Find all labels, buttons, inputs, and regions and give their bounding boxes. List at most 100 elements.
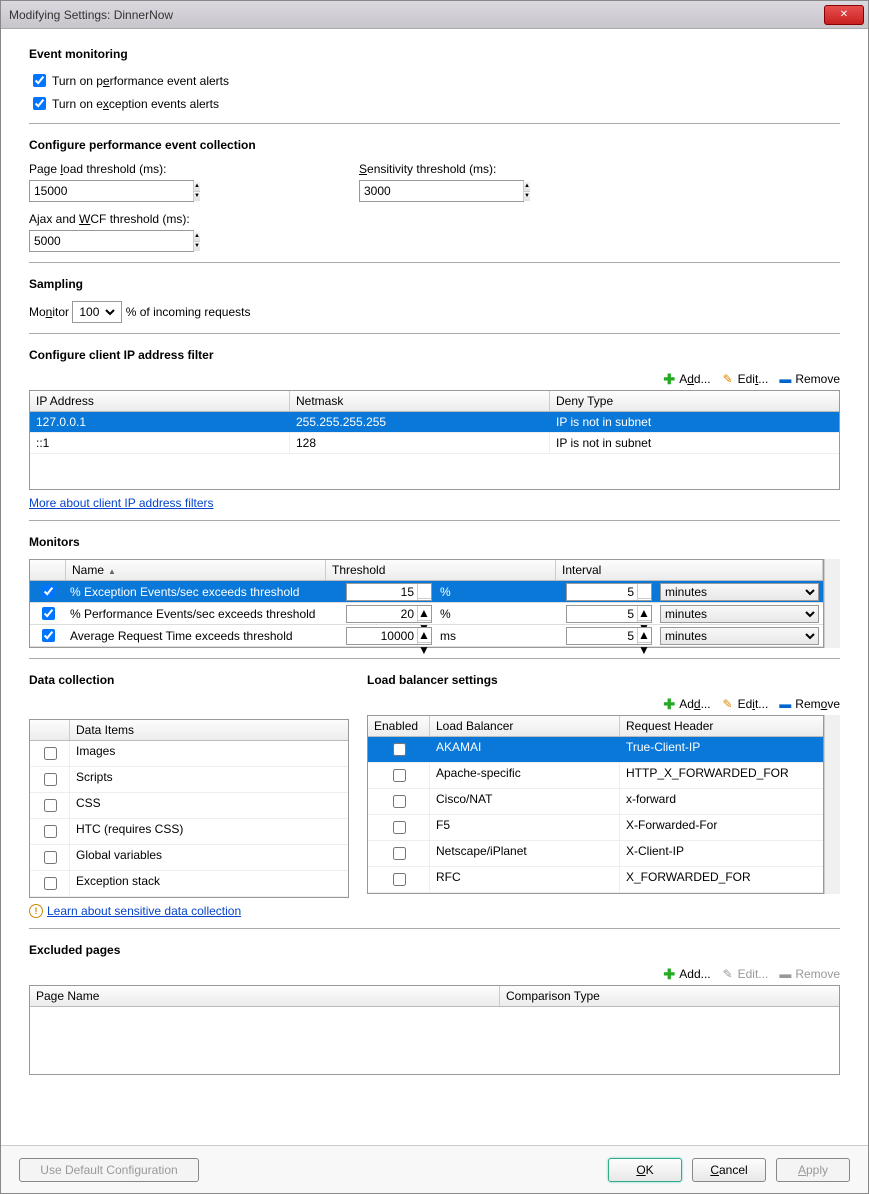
col-page-name[interactable]: Page Name xyxy=(30,986,500,1006)
lb-remove-button[interactable]: ▬Remove xyxy=(778,697,840,711)
col-data-items[interactable]: Data Items xyxy=(70,720,348,740)
spin-down-icon[interactable]: ▼ xyxy=(524,192,530,202)
col-ip[interactable]: IP Address xyxy=(30,391,290,411)
ip-remove-button[interactable]: ▬Remove xyxy=(778,372,840,386)
col-interval[interactable]: Interval xyxy=(556,560,823,580)
lb-row[interactable]: F5X-Forwarded-For xyxy=(368,815,823,841)
data-item-row[interactable]: Global variables xyxy=(30,845,348,871)
threshold-input[interactable] xyxy=(347,584,417,600)
exception-alerts-checkbox[interactable] xyxy=(33,97,46,110)
threshold-spinbox[interactable]: ▲▼ xyxy=(346,605,432,623)
spin-up-icon[interactable]: ▲ xyxy=(418,606,431,621)
monitor-checkbox[interactable] xyxy=(42,607,55,620)
data-item-row[interactable]: CSS xyxy=(30,793,348,819)
lb-row[interactable]: Apache-specificHTTP_X_FORWARDED_FOR xyxy=(368,763,823,789)
interval-spinbox[interactable]: ▲▼ xyxy=(566,583,652,601)
monitor-percent-dropdown[interactable]: 100 xyxy=(72,301,122,323)
col-deny[interactable]: Deny Type xyxy=(550,391,839,411)
lb-row[interactable]: Cisco/NATx-forward xyxy=(368,789,823,815)
lb-add-button[interactable]: ✚Add... xyxy=(662,697,710,711)
spin-up-icon[interactable]: ▲ xyxy=(418,584,431,599)
interval-input[interactable] xyxy=(567,606,637,622)
ok-button[interactable]: OK xyxy=(608,1158,682,1182)
data-item-row[interactable]: Scripts xyxy=(30,767,348,793)
excl-add-button[interactable]: ✚Add... xyxy=(662,967,710,981)
spin-down-icon[interactable]: ▼ xyxy=(418,643,431,657)
perf-alerts-checkbox[interactable] xyxy=(33,74,46,87)
data-item-label: Exception stack xyxy=(70,871,348,896)
ajax-spinbox[interactable]: ▲▼ xyxy=(29,230,194,252)
monitor-row[interactable]: % Exception Events/sec exceeds threshold… xyxy=(30,581,823,603)
monitor-percent-select[interactable]: 100 xyxy=(73,302,118,322)
threshold-input[interactable] xyxy=(347,606,417,622)
data-item-row[interactable]: Exception stack xyxy=(30,871,348,897)
col-comparison[interactable]: Comparison Type xyxy=(500,986,839,1006)
monitor-row[interactable]: % Performance Events/sec exceeds thresho… xyxy=(30,603,823,625)
close-button[interactable]: ✕ xyxy=(824,5,864,25)
data-item-checkbox[interactable] xyxy=(44,851,57,864)
data-item-checkbox[interactable] xyxy=(44,799,57,812)
sensitivity-input[interactable] xyxy=(360,181,523,201)
threshold-spinbox[interactable]: ▲▼ xyxy=(346,583,432,601)
page-load-input[interactable] xyxy=(30,181,193,201)
ip-edit-button[interactable]: ✎Edit... xyxy=(721,372,769,386)
ajax-input[interactable] xyxy=(30,231,193,251)
monitor-row[interactable]: Average Request Time exceeds threshold ▲… xyxy=(30,625,823,647)
threshold-spinbox[interactable]: ▲▼ xyxy=(346,627,432,645)
col-lb-enabled[interactable]: Enabled xyxy=(368,716,430,736)
spin-down-icon[interactable]: ▼ xyxy=(638,643,651,657)
spin-up-icon[interactable]: ▲ xyxy=(638,628,651,643)
threshold-input[interactable] xyxy=(347,628,417,644)
data-collection-link[interactable]: Learn about sensitive data collection xyxy=(47,904,241,918)
interval-input[interactable] xyxy=(567,584,637,600)
spin-up-icon[interactable]: ▲ xyxy=(418,628,431,643)
monitors-scrollbar[interactable] xyxy=(824,559,840,648)
lb-row[interactable]: Netscape/iPlanetX-Client-IP xyxy=(368,841,823,867)
ip-row[interactable]: 127.0.0.1255.255.255.255IP is not in sub… xyxy=(30,412,839,433)
lb-row[interactable]: RFCX_FORWARDED_FOR xyxy=(368,867,823,893)
spin-up-icon[interactable]: ▲ xyxy=(524,181,530,192)
spin-up-icon[interactable]: ▲ xyxy=(194,181,200,192)
data-item-row[interactable]: Images xyxy=(30,741,348,767)
spin-down-icon[interactable]: ▼ xyxy=(194,242,200,252)
ip-filter-link[interactable]: More about client IP address filters xyxy=(29,496,214,510)
data-item-checkbox[interactable] xyxy=(44,747,57,760)
interval-unit-select[interactable]: minutes xyxy=(660,605,819,623)
monitor-checkbox[interactable] xyxy=(42,629,55,642)
lb-enabled-checkbox[interactable] xyxy=(393,743,406,756)
spin-down-icon[interactable]: ▼ xyxy=(194,192,200,202)
data-item-row[interactable]: HTC (requires CSS) xyxy=(30,819,348,845)
lb-enabled-checkbox[interactable] xyxy=(393,847,406,860)
lb-enabled-checkbox[interactable] xyxy=(393,795,406,808)
col-netmask[interactable]: Netmask xyxy=(290,391,550,411)
spin-up-icon[interactable]: ▲ xyxy=(638,584,651,599)
titlebar[interactable]: Modifying Settings: DinnerNow ✕ xyxy=(1,1,868,29)
ip-add-button[interactable]: ✚Add... xyxy=(662,372,710,386)
cancel-button[interactable]: Cancel xyxy=(692,1158,766,1182)
lb-edit-button[interactable]: ✎Edit... xyxy=(721,697,769,711)
col-lb-name[interactable]: Load Balancer xyxy=(430,716,620,736)
ip-row[interactable]: ::1128IP is not in subnet xyxy=(30,433,839,454)
lb-row[interactable]: AKAMAITrue-Client-IP xyxy=(368,737,823,763)
spin-up-icon[interactable]: ▲ xyxy=(194,231,200,242)
data-item-checkbox[interactable] xyxy=(44,877,57,890)
lb-enabled-checkbox[interactable] xyxy=(393,873,406,886)
sensitivity-spinbox[interactable]: ▲▼ xyxy=(359,180,524,202)
col-threshold[interactable]: Threshold xyxy=(326,560,556,580)
spin-up-icon[interactable]: ▲ xyxy=(638,606,651,621)
interval-unit-select[interactable]: minutes xyxy=(660,627,819,645)
col-lb-header[interactable]: Request Header xyxy=(620,716,823,736)
data-item-checkbox[interactable] xyxy=(44,825,57,838)
interval-spinbox[interactable]: ▲▼ xyxy=(566,627,652,645)
col-monitor-name[interactable]: Name▲ xyxy=(66,560,326,580)
interval-spinbox[interactable]: ▲▼ xyxy=(566,605,652,623)
monitor-checkbox[interactable] xyxy=(42,585,55,598)
interval-input[interactable] xyxy=(567,628,637,644)
lb-enabled-checkbox[interactable] xyxy=(393,769,406,782)
lb-scrollbar[interactable] xyxy=(824,715,840,894)
interval-unit-select[interactable]: minutes xyxy=(660,583,819,601)
lb-enabled-checkbox[interactable] xyxy=(393,821,406,834)
data-item-checkbox[interactable] xyxy=(44,773,57,786)
page-load-spinbox[interactable]: ▲▼ xyxy=(29,180,194,202)
col-check[interactable] xyxy=(30,560,66,580)
